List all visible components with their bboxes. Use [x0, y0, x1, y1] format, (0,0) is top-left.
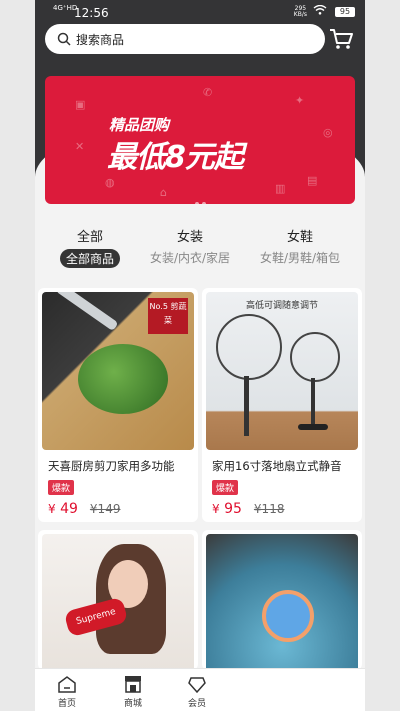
- nav-home[interactable]: 首页: [37, 675, 97, 709]
- price-value: 49: [60, 501, 78, 517]
- basket-icon: ⌂: [160, 186, 167, 199]
- tv-icon: ▤: [307, 174, 318, 187]
- cart-icon[interactable]: [328, 26, 354, 52]
- price-value: 95: [224, 501, 242, 517]
- search-placeholder: 搜索商品: [76, 33, 125, 47]
- product-price: ¥ 95 ¥118: [212, 501, 362, 517]
- status-bar: 4G⁺HD 12:56 295 KB/s 95: [35, 0, 365, 24]
- utensils-icon: ✕: [75, 140, 85, 153]
- original-price: ¥118: [253, 502, 285, 516]
- network-speed: 295 KB/s: [294, 6, 307, 18]
- bag-icon: ▥: [275, 182, 286, 195]
- tab-subtitle: 女鞋/男鞋/箱包: [259, 251, 341, 265]
- product-image: Supreme: [42, 534, 194, 670]
- shop-icon: [103, 675, 163, 696]
- product-overlay-label: No.5 剪蔬菜: [148, 298, 188, 334]
- tab-title: 女装: [176, 230, 203, 245]
- product-name: 天喜厨房剪刀家用多功能: [48, 459, 175, 473]
- category-tabs: 全部 全部商品 女装 女装/内衣/家居 女鞋 女鞋/男鞋/箱包: [35, 218, 365, 270]
- tab-womens-clothing[interactable]: 女装 女装/内衣/家居: [135, 226, 245, 266]
- product-overlay-label: 高低可调随意调节: [245, 301, 318, 311]
- tab-title: 全部: [76, 230, 103, 245]
- currency-symbol: ¥: [48, 502, 56, 516]
- product-image: No.5 剪蔬菜: [42, 292, 194, 450]
- search-bar[interactable]: 搜索商品: [45, 24, 325, 54]
- speed-unit: KB/s: [293, 11, 307, 18]
- banner-dots[interactable]: [195, 191, 209, 204]
- product-card[interactable]: 高低可调随意调节 家用16寸落地扇立式静音 爆款 ¥ 95 ¥118: [202, 288, 362, 522]
- nav-label: 商城: [123, 699, 142, 709]
- basketball-icon: ◍: [105, 176, 115, 189]
- target-icon: ◎: [323, 126, 333, 139]
- status-time: 12:56: [74, 6, 109, 20]
- product-card[interactable]: No.5 剪蔬菜 天喜厨房剪刀家用多功能 爆款 ¥ 49 ¥149: [38, 288, 198, 522]
- product-image: [206, 534, 358, 670]
- product-card[interactable]: [202, 530, 362, 670]
- battery-icon: 95: [335, 7, 355, 17]
- search-icon: [57, 31, 71, 50]
- tab-womens-shoes[interactable]: 女鞋 女鞋/男鞋/箱包: [245, 226, 355, 266]
- app-frame: 4G⁺HD 12:56 295 KB/s 95 搜索商品 ▣ ✕ ◍ ⌂ ✆ ✦ …: [35, 0, 365, 711]
- promo-banner[interactable]: ▣ ✕ ◍ ⌂ ✆ ✦ ◎ ▤ ▥ 精品团购 最低8元起: [45, 76, 355, 204]
- tab-subtitle: 女装/内衣/家居: [149, 251, 231, 265]
- wifi-icon: [313, 4, 327, 18]
- nav-member[interactable]: 会员: [167, 675, 227, 709]
- nav-label: 会员: [187, 699, 206, 709]
- hot-badge: 爆款: [212, 480, 239, 495]
- product-name: 家用16寸落地扇立式静音: [212, 459, 342, 473]
- hot-badge: 爆款: [48, 480, 75, 495]
- bottom-nav: 首页 商城 会员: [35, 668, 365, 711]
- nav-label: 首页: [57, 699, 76, 709]
- camera-icon: ▣: [75, 98, 86, 111]
- tab-title: 女鞋: [286, 230, 313, 245]
- phone-icon: ✆: [203, 86, 213, 99]
- tab-all[interactable]: 全部 全部商品: [35, 226, 145, 268]
- product-image: 高低可调随意调节: [206, 292, 358, 450]
- original-price: ¥149: [89, 502, 121, 516]
- star-icon: ✦: [295, 94, 305, 107]
- home-icon: [37, 675, 97, 696]
- nav-shop[interactable]: 商城: [103, 675, 163, 709]
- tab-subtitle: 全部商品: [59, 249, 120, 268]
- banner-line2: 最低8元起: [107, 140, 244, 175]
- product-card[interactable]: Supreme: [38, 530, 198, 670]
- product-price: ¥ 49 ¥149: [48, 501, 198, 517]
- member-icon: [167, 675, 227, 696]
- currency-symbol: ¥: [212, 502, 220, 516]
